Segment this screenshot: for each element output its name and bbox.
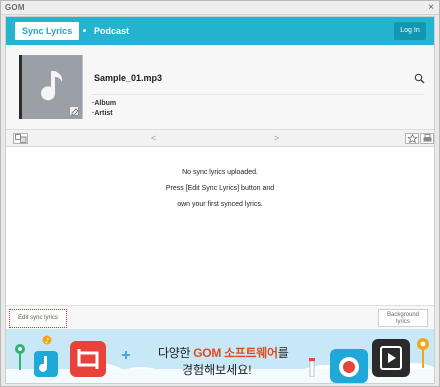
title-bar[interactable]: GOM × xyxy=(1,1,439,15)
tab-sync-lyrics[interactable]: Sync Lyrics xyxy=(15,22,80,40)
artist-label: Artist xyxy=(94,110,113,117)
close-icon[interactable]: × xyxy=(428,2,434,13)
lyrics-body: No sync lyrics uploaded. Press [Edit Syn… xyxy=(6,147,434,305)
edit-sync-lyrics-button[interactable]: Edit sync lyrics xyxy=(9,309,67,328)
banner-headline-suffix: 를 xyxy=(277,346,289,360)
next-lyrics-arrow[interactable]: > xyxy=(274,133,279,143)
gom-cam-app-icon xyxy=(330,349,368,383)
album-label: Album xyxy=(94,100,117,107)
search-icon[interactable] xyxy=(414,73,425,84)
instruction-message-line2: own your first synced lyrics. xyxy=(177,201,263,208)
background-lyrics-button[interactable]: Background lyrics xyxy=(378,309,428,327)
edit-album-art-icon[interactable] xyxy=(69,106,79,116)
lyrics-toolbar: < > xyxy=(6,130,434,147)
artist-field: ·Artist xyxy=(92,110,113,117)
music-note-icon xyxy=(41,71,63,101)
translate-icon xyxy=(15,134,27,143)
music-note-icon: ♪ xyxy=(42,335,52,345)
gom-mix-app-icon xyxy=(70,341,106,377)
lyrics-panel: Sync Lyrics Podcast Log In Sample_01.mp3 xyxy=(5,16,435,384)
background-lyrics-label-1: Background xyxy=(386,312,420,318)
gom-player-app-icon xyxy=(372,339,410,377)
translate-button[interactable] xyxy=(13,133,28,144)
track-title: Sample_01.mp3 xyxy=(94,73,163,83)
login-button[interactable]: Log In xyxy=(394,22,426,40)
tab-podcast[interactable]: Podcast xyxy=(94,22,129,40)
star-icon xyxy=(407,134,418,143)
favorite-button[interactable] xyxy=(405,133,419,144)
app-title: GOM xyxy=(5,3,25,12)
instruction-message-line1: Press [Edit Sync Lyrics] button and xyxy=(165,185,275,192)
no-lyrics-message: No sync lyrics uploaded. xyxy=(182,169,258,176)
promo-banner[interactable]: ♪ 다양한 GOM 소프트웨어를 경험해보세요! xyxy=(6,329,434,383)
previous-lyrics-arrow[interactable]: < xyxy=(151,133,156,143)
gom-audio-app-icon xyxy=(34,351,58,377)
top-nav-bar: Sync Lyrics Podcast Log In xyxy=(6,17,434,45)
background-lyrics-label-2: lyrics xyxy=(396,319,410,325)
banner-subline: 경험해보세요! xyxy=(182,363,252,377)
print-button[interactable] xyxy=(420,133,434,144)
track-info: Sample_01.mp3 ·Album ·Artist xyxy=(6,45,434,130)
lighthouse-icon xyxy=(309,358,315,377)
svg-text:♪: ♪ xyxy=(45,337,49,345)
pin-icon xyxy=(15,344,25,370)
lyrics-footer: Edit sync lyrics Background lyrics xyxy=(6,305,434,329)
banner-headline-accent: GOM 소프트웨어 xyxy=(193,346,278,360)
track-divider xyxy=(92,94,424,95)
banner-headline-prefix: 다양한 xyxy=(158,346,194,360)
pin-icon xyxy=(417,338,429,368)
album-field: ·Album xyxy=(92,100,117,107)
gom-window: GOM × Sync Lyrics Podcast Log In Sample_… xyxy=(0,0,440,387)
print-icon xyxy=(423,134,432,142)
album-art xyxy=(19,55,83,119)
sparkle-icon xyxy=(122,351,130,359)
banner-headline: 다양한 GOM 소프트웨어를 xyxy=(158,344,289,361)
tab-separator-dot xyxy=(83,29,86,32)
